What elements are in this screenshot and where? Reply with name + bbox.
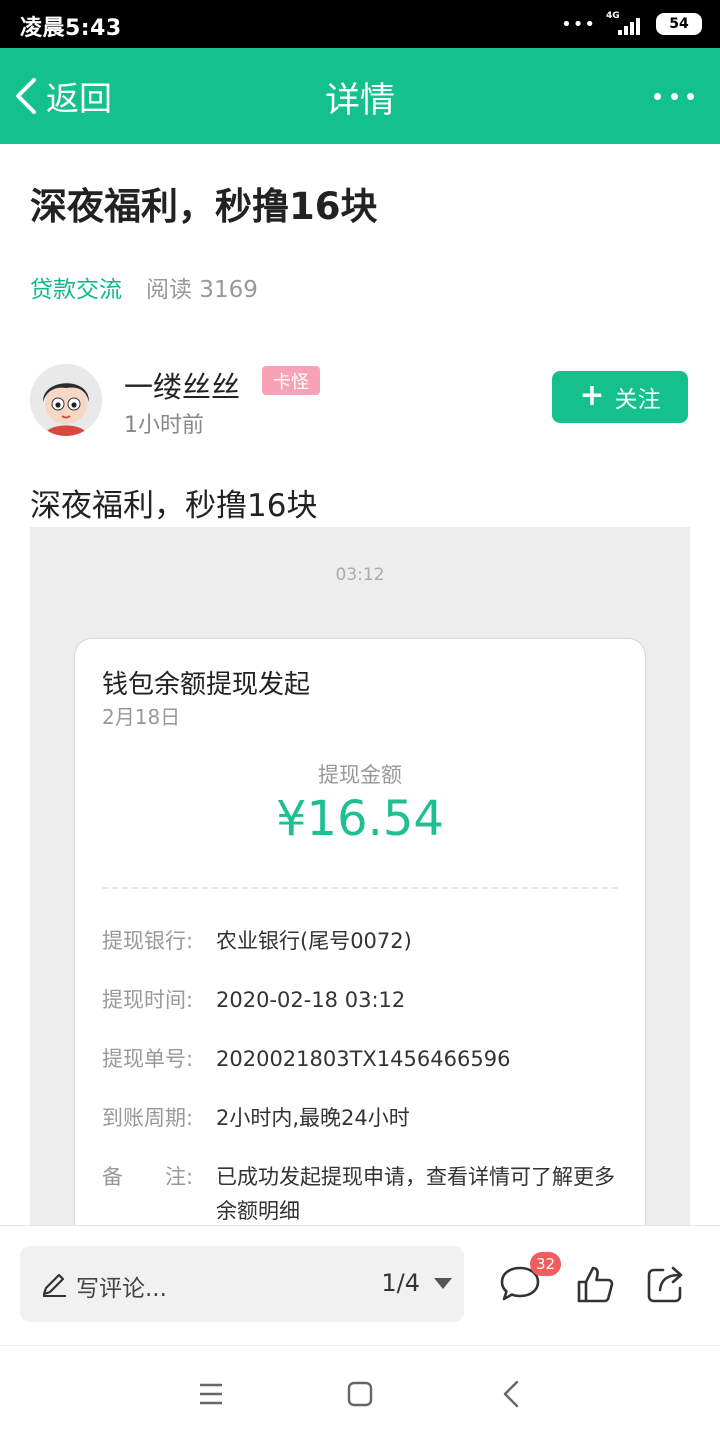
more-dot-icon (670, 92, 678, 100)
system-back-button[interactable] (494, 1376, 530, 1412)
comment-input[interactable]: 写评论... 1/4 (20, 1246, 464, 1322)
notification-dots: ••• (561, 13, 596, 35)
post-body-text: 深夜福利，秒撸16块 (30, 488, 318, 524)
follow-button[interactable]: + 关注 (552, 371, 688, 423)
header: 返回 详情 (0, 48, 720, 144)
detail-label: 提现银行: (102, 929, 194, 953)
article-meta: 贷款交流 阅读 3169 (30, 270, 258, 304)
follow-label: 关注 (614, 387, 661, 413)
page-title: 详情 (324, 81, 395, 121)
system-nav-bar (0, 1345, 720, 1440)
detail-row-time: 提现时间: 2020-02-18 03:12 (102, 983, 618, 1017)
avatar-image (30, 364, 102, 436)
status-bar: 凌晨5:43 ••• 4G 54 (0, 0, 720, 48)
comment-placeholder: 写评论... (76, 1276, 167, 1302)
detail-row-order-id: 提现单号: 2020021803TX1456466596 (102, 1042, 618, 1076)
signal-icon: 4G (606, 11, 646, 37)
page-indicator[interactable]: 1/4 (381, 1269, 420, 1297)
category-link[interactable]: 贷款交流 (30, 270, 122, 304)
amount-value: ¥16.54 (276, 791, 444, 847)
square-icon (347, 1381, 373, 1407)
detail-row-period: 到账周期: 2小时内,最晚24小时 (102, 1101, 618, 1135)
author-name[interactable]: 一缕丝丝 (124, 364, 240, 406)
more-dot-icon (654, 92, 661, 100)
plus-icon: + (579, 377, 605, 413)
post-image[interactable]: 03:12 钱包余额提现发起 2月18日 提现金额 ¥16.54 提现银行: 农… (30, 527, 690, 1227)
avatar[interactable] (30, 364, 102, 436)
detail-value: 2020021803TX1456466596 (216, 1047, 511, 1071)
menu-icon (200, 1383, 222, 1405)
home-button[interactable] (342, 1376, 378, 1412)
image-timestamp: 03:12 (335, 565, 385, 585)
detail-label: 提现单号: (102, 1047, 194, 1071)
card-date: 2月18日 (102, 705, 181, 729)
share-icon (647, 1266, 683, 1303)
more-dot-icon (687, 92, 694, 100)
detail-row-remark: 备 注: 已成功发起提现申请，查看详情可了解更多余额明细 (102, 1160, 618, 1227)
read-count: 阅读 3169 (146, 277, 258, 303)
amount-label: 提现金额 (318, 763, 402, 787)
menu-button[interactable] (193, 1376, 229, 1412)
share-button[interactable] (644, 1262, 688, 1306)
detail-value: 农业银行(尾号0072) (216, 929, 412, 953)
pencil-icon (42, 1273, 66, 1297)
battery-level: 54 (669, 16, 689, 32)
detail-value: 已成功发起提现申请，查看详情可了解更多余额明细 (216, 1165, 615, 1223)
detail-row-bank: 提现银行: 农业银行(尾号0072) (102, 924, 618, 958)
card-title: 钱包余额提现发起 (102, 670, 311, 700)
bottom-action-bar: 写评论... 1/4 32 (0, 1225, 720, 1345)
battery-icon: 54 (656, 13, 702, 35)
status-indicators: ••• 4G 54 (561, 10, 702, 38)
withdrawal-card: 钱包余额提现发起 2月18日 提现金额 ¥16.54 提现银行: 农业银行(尾号… (74, 638, 646, 1227)
detail-label: 备 注: (102, 1165, 194, 1189)
thumbs-up-icon (577, 1266, 614, 1303)
detail-value: 2020-02-18 03:12 (216, 988, 406, 1012)
more-options-button[interactable] (654, 82, 694, 110)
article-title: 深夜福利，秒撸16块 (30, 185, 378, 228)
chevron-left-icon (503, 1380, 519, 1408)
detail-value: 2小时内,最晚24小时 (216, 1106, 410, 1130)
caret-down-icon[interactable] (434, 1278, 452, 1289)
comment-count-badge: 32 (530, 1252, 562, 1276)
post-time: 1小时前 (124, 413, 204, 438)
detail-label: 提现时间: (102, 988, 194, 1012)
detail-label: 到账周期: (102, 1106, 194, 1130)
dashed-divider (102, 887, 618, 889)
author-badge: 卡怪 (262, 366, 320, 395)
status-time: 凌晨5:43 (20, 16, 122, 41)
like-button[interactable] (573, 1262, 617, 1306)
